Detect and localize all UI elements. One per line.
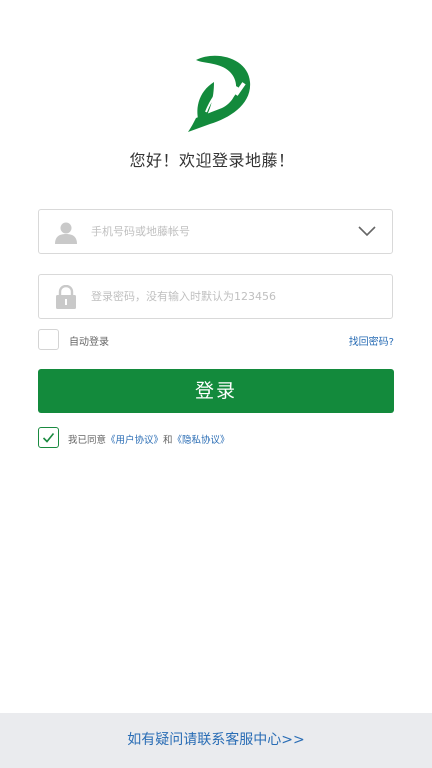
login-button[interactable]: 登录 [38,369,394,413]
agreement-text: 我已同意《用户协议》和《隐私协议》 [68,432,230,446]
greeting-title: 您好！欢迎登录地藤！ [129,151,295,170]
auto-login-checkbox[interactable] [38,329,59,350]
check-icon [42,432,55,443]
app-logo [188,55,251,132]
user-agreement-link[interactable]: 《用户协议》 [106,435,163,446]
lock-icon [56,285,76,309]
chevron-down-icon[interactable] [358,224,376,238]
agreement-prefix: 我已同意 [68,435,107,446]
auto-login-label: 自动登录 [69,337,109,348]
account-field[interactable] [38,209,393,254]
agreement-checkbox[interactable] [38,427,59,448]
login-page: 您好！欢迎登录地藤！ 自动登录 找回密码? 登录 我已同意《用户协议》和《隐私协 [0,0,432,768]
agreement-row: 我已同意《用户协议》和《隐私协议》 [38,427,398,449]
customer-service-link[interactable]: 如有疑问请联系客服中心>> [0,713,432,768]
password-field[interactable] [38,274,393,319]
user-icon [55,222,77,244]
account-input[interactable] [91,210,341,253]
agreement-conjunction: 和 [163,435,173,446]
password-input[interactable] [91,275,341,318]
forgot-password-link[interactable]: 找回密码? [349,333,394,348]
login-options-row: 自动登录 找回密码? [38,329,394,351]
privacy-policy-link[interactable]: 《隐私协议》 [173,435,230,446]
